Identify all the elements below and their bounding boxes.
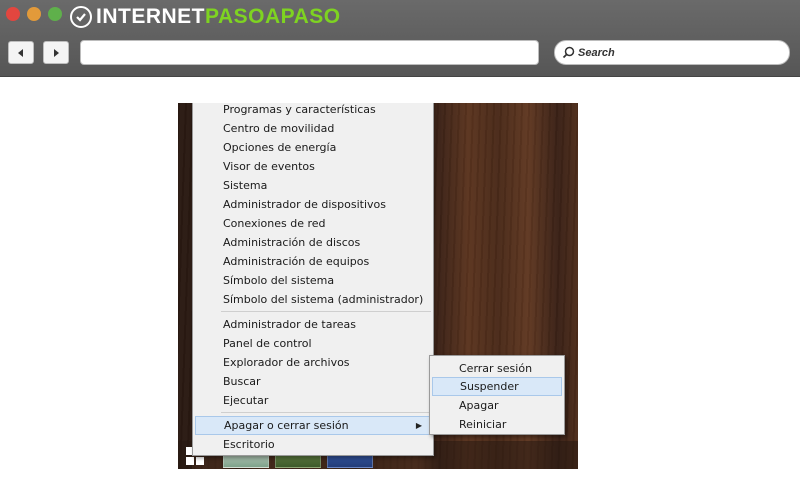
submenu-item-cerrar-sesion[interactable]: Cerrar sesión	[432, 359, 562, 378]
back-button[interactable]	[8, 41, 34, 64]
menu-item-escritorio[interactable]: Escritorio	[195, 435, 431, 454]
logo-text: INTERNETPASOAPASO	[96, 5, 341, 28]
menu-item-buscar[interactable]: Buscar	[195, 372, 431, 391]
menu-item-equipos[interactable]: Administración de equipos	[195, 252, 431, 271]
menu-item-programas[interactable]: Programas y características	[195, 103, 431, 119]
checkmark-icon	[70, 6, 92, 28]
search-input[interactable]: Search	[554, 40, 790, 65]
arrow-right-icon	[54, 48, 59, 57]
winx-context-menu: Programas y características Centro de mo…	[192, 103, 434, 456]
menu-separator	[221, 412, 431, 413]
submenu-arrow-icon: ▶	[415, 421, 422, 430]
menu-item-discos[interactable]: Administración de discos	[195, 233, 431, 252]
menu-item-simbolo[interactable]: Símbolo del sistema	[195, 271, 431, 290]
forward-button[interactable]	[43, 41, 69, 64]
menu-item-ejecutar[interactable]: Ejecutar	[195, 391, 431, 410]
submenu-item-apagar[interactable]: Apagar	[432, 396, 562, 415]
menu-item-explorador[interactable]: Explorador de archivos	[195, 353, 431, 372]
minimize-window-button[interactable]	[27, 7, 41, 21]
menu-item-apagar-cerrar[interactable]: Apagar o cerrar sesión ▶	[195, 416, 431, 435]
shutdown-submenu: Cerrar sesión Suspender Apagar Reiniciar	[429, 355, 565, 435]
close-window-button[interactable]	[6, 7, 20, 21]
menu-item-panel[interactable]: Panel de control	[195, 334, 431, 353]
menu-item-movilidad[interactable]: Centro de movilidad	[195, 119, 431, 138]
submenu-item-reiniciar[interactable]: Reiniciar	[432, 415, 562, 434]
menu-item-eventos[interactable]: Visor de eventos	[195, 157, 431, 176]
browser-chrome: INTERNETPASOAPASO Search	[0, 0, 800, 77]
address-bar[interactable]	[80, 40, 539, 65]
arrow-left-icon	[18, 48, 23, 57]
search-placeholder: Search	[578, 46, 615, 59]
menu-item-simbolo-admin[interactable]: Símbolo del sistema (administrador)	[195, 290, 431, 309]
menu-item-tareas[interactable]: Administrador de tareas	[195, 315, 431, 334]
menu-item-label: Apagar o cerrar sesión	[224, 419, 349, 432]
search-icon	[562, 46, 575, 59]
menu-item-conexiones[interactable]: Conexiones de red	[195, 214, 431, 233]
desktop-screenshot: Programas y características Centro de mo…	[178, 103, 578, 469]
maximize-window-button[interactable]	[48, 7, 62, 21]
menu-separator	[221, 311, 431, 312]
menu-item-sistema[interactable]: Sistema	[195, 176, 431, 195]
submenu-item-suspender[interactable]: Suspender	[432, 377, 562, 396]
site-logo: INTERNETPASOAPASO	[70, 4, 341, 30]
menu-item-energia[interactable]: Opciones de energía	[195, 138, 431, 157]
menu-item-dispositivos[interactable]: Administrador de dispositivos	[195, 195, 431, 214]
